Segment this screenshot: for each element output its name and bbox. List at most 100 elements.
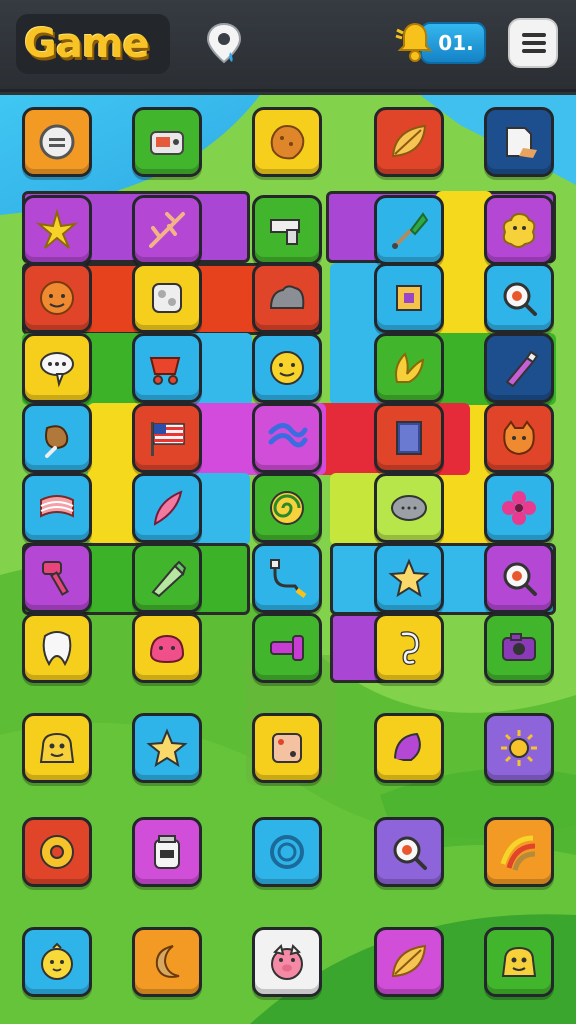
game-tile[interactable] xyxy=(374,817,444,887)
game-tile[interactable] xyxy=(22,263,92,333)
box-icon xyxy=(387,276,431,320)
game-tile[interactable] xyxy=(252,713,322,783)
flag-icon xyxy=(145,416,189,460)
cart-icon xyxy=(145,346,189,390)
score-display: 01. xyxy=(392,18,488,68)
pig-icon xyxy=(265,940,309,984)
game-tile[interactable] xyxy=(22,333,92,403)
game-tile[interactable] xyxy=(22,613,92,683)
game-tile[interactable] xyxy=(374,263,444,333)
machine-icon xyxy=(145,276,189,320)
rock-icon xyxy=(265,276,309,320)
speech-bubble-icon xyxy=(35,346,79,390)
game-tile[interactable] xyxy=(484,927,554,997)
game-tile[interactable] xyxy=(22,817,92,887)
button-icon xyxy=(35,120,79,164)
game-tile[interactable] xyxy=(484,195,554,265)
game-tile[interactable] xyxy=(374,613,444,683)
game-board xyxy=(0,95,576,1024)
game-tile[interactable] xyxy=(252,543,322,613)
game-tile[interactable] xyxy=(132,263,202,333)
menu-button[interactable] xyxy=(508,18,558,68)
donut-icon xyxy=(35,830,79,874)
ribbon-icon xyxy=(265,416,309,460)
game-tile[interactable] xyxy=(252,107,322,177)
tooth-icon xyxy=(35,626,79,670)
ring-icon xyxy=(265,830,309,874)
game-tile[interactable] xyxy=(484,817,554,887)
game-tile[interactable] xyxy=(252,403,322,473)
game-tile[interactable] xyxy=(132,817,202,887)
game-tile[interactable] xyxy=(22,107,92,177)
game-tile[interactable] xyxy=(252,817,322,887)
menu-line xyxy=(522,33,546,37)
game-tile[interactable] xyxy=(252,927,322,997)
game-tile[interactable] xyxy=(252,195,322,265)
game-tile[interactable] xyxy=(132,333,202,403)
moon-icon xyxy=(145,940,189,984)
game-tile[interactable] xyxy=(374,473,444,543)
game-tile[interactable] xyxy=(132,403,202,473)
camera-icon xyxy=(497,626,541,670)
game-tile[interactable] xyxy=(132,613,202,683)
menu-line xyxy=(522,49,546,53)
game-tile[interactable] xyxy=(484,263,554,333)
hammer-icon xyxy=(35,556,79,600)
game-tile[interactable] xyxy=(484,107,554,177)
game-tile[interactable] xyxy=(484,333,554,403)
book-icon xyxy=(387,416,431,460)
game-tile[interactable] xyxy=(374,713,444,783)
game-tile[interactable] xyxy=(132,195,202,265)
smiley-icon xyxy=(265,346,309,390)
game-tile[interactable] xyxy=(484,473,554,543)
game-tile[interactable] xyxy=(374,195,444,265)
game-tile[interactable] xyxy=(484,403,554,473)
game-tile[interactable] xyxy=(374,543,444,613)
feather-icon xyxy=(145,486,189,530)
game-tile[interactable] xyxy=(252,263,322,333)
game-tile[interactable] xyxy=(484,613,554,683)
cat-face-icon xyxy=(497,416,541,460)
chick-icon xyxy=(35,940,79,984)
banana-icon xyxy=(387,346,431,390)
bacon-icon xyxy=(35,486,79,530)
monster-icon xyxy=(35,726,79,770)
game-tile[interactable] xyxy=(374,107,444,177)
game-tile[interactable] xyxy=(484,543,554,613)
game-tile[interactable] xyxy=(484,713,554,783)
marker-icon xyxy=(145,556,189,600)
bell-icon[interactable] xyxy=(392,18,438,68)
game-tile[interactable] xyxy=(374,927,444,997)
location-pin-icon[interactable] xyxy=(204,22,244,66)
game-tile[interactable] xyxy=(132,543,202,613)
twig-icon xyxy=(145,208,189,252)
game-tile[interactable] xyxy=(132,713,202,783)
magnifier-icon xyxy=(497,556,541,600)
gun-icon xyxy=(265,208,309,252)
blob-icon xyxy=(497,208,541,252)
game-tile[interactable] xyxy=(22,403,92,473)
rainbow-icon xyxy=(497,830,541,874)
game-tile[interactable] xyxy=(22,713,92,783)
game-tile[interactable] xyxy=(22,473,92,543)
flower-icon xyxy=(497,486,541,530)
game-tile[interactable] xyxy=(252,613,322,683)
menu-line xyxy=(522,41,546,45)
cable-icon xyxy=(265,556,309,600)
shovel-icon xyxy=(387,208,431,252)
game-tile[interactable] xyxy=(132,107,202,177)
game-tile[interactable] xyxy=(22,927,92,997)
paper-icon xyxy=(497,120,541,164)
face-icon xyxy=(35,276,79,320)
game-tile[interactable] xyxy=(252,473,322,543)
game-tile[interactable] xyxy=(132,473,202,543)
starfish-icon xyxy=(35,208,79,252)
jar-icon xyxy=(145,830,189,874)
game-tile[interactable] xyxy=(132,927,202,997)
game-tile[interactable] xyxy=(374,333,444,403)
game-tile[interactable] xyxy=(22,543,92,613)
game-tile[interactable] xyxy=(252,333,322,403)
game-tile[interactable] xyxy=(374,403,444,473)
game-tile[interactable] xyxy=(22,195,92,265)
leaf-icon xyxy=(387,940,431,984)
